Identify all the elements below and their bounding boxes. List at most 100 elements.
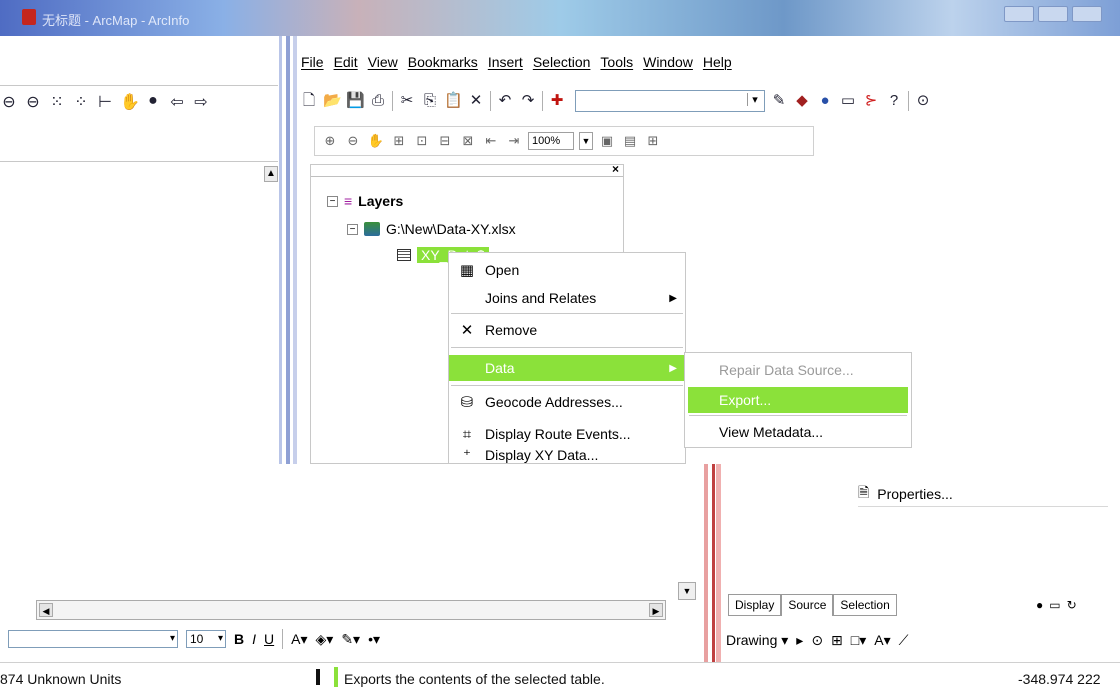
menu-item-xy-data[interactable]: ⁺ Display XY Data... (449, 447, 685, 463)
edit-vertices-icon[interactable]: ⟋ (899, 632, 909, 649)
menu-help[interactable]: Help (702, 54, 733, 70)
text-tool-icon[interactable]: A▾ (874, 632, 890, 649)
globe-icon[interactable]: ● (144, 92, 162, 112)
pan-page-icon[interactable]: ✋ (367, 133, 385, 149)
fixed-zoom-out-icon[interactable]: ⁘ (72, 92, 90, 112)
menu-item-open[interactable]: ▦ Open (449, 257, 685, 283)
menu-insert[interactable]: Insert (487, 54, 524, 70)
drawing-menu[interactable]: Drawing ▾ (726, 632, 788, 649)
menu-view[interactable]: View (367, 54, 399, 70)
catalog-icon[interactable]: ● (816, 92, 834, 110)
fill-color-icon[interactable]: ◈▾ (316, 631, 334, 648)
zoom-whole-page-icon[interactable]: ⊞ (390, 133, 408, 149)
menu-item-properties[interactable]: 🗎 Properties... (858, 484, 1120, 504)
status-progress-bar (334, 667, 338, 687)
copy-icon[interactable]: ⎘ (421, 92, 439, 110)
toc-close-icon[interactable]: × (612, 162, 619, 176)
collapse-icon[interactable]: − (347, 223, 358, 235)
underline-button[interactable]: U (264, 631, 274, 647)
scroll-up-arrow-icon[interactable]: ▲ (264, 166, 278, 182)
italic-button[interactable]: I (252, 631, 256, 647)
go-back-extent-icon[interactable]: ⇤ (482, 133, 500, 149)
select-elements-icon[interactable]: ▸ (796, 632, 803, 649)
redo-icon[interactable]: ↷ (519, 92, 537, 110)
scroll-left-arrow-icon[interactable]: ◀ (39, 603, 53, 617)
scroll-right-arrow-icon[interactable]: ▶ (649, 603, 663, 617)
refresh-icon[interactable]: ↻ (1067, 598, 1077, 612)
full-extent-icon[interactable]: ⊢ (96, 92, 114, 112)
toggle-draft-mode-icon[interactable]: ▣ (598, 133, 616, 149)
undo-icon[interactable]: ↶ (496, 92, 514, 110)
change-layout-icon[interactable]: ⊞ (644, 133, 662, 149)
toc-layers-row[interactable]: − ≡ Layers (327, 193, 403, 209)
toc-source-row[interactable]: − G:\New\Data-XY.xlsx (347, 221, 516, 237)
line-color-icon[interactable]: ✎▾ (341, 631, 360, 648)
window-controls (1004, 6, 1102, 22)
menu-bookmarks[interactable]: Bookmarks (407, 54, 479, 70)
collapse-icon[interactable]: − (327, 195, 338, 207)
menu-edit[interactable]: Edit (333, 54, 359, 70)
print-icon[interactable]: ⎙ (369, 92, 387, 110)
zoom-out-icon[interactable]: ⊖ (0, 92, 18, 112)
zoom-out-icon[interactable]: ⊖ (24, 92, 42, 112)
menu-item-data[interactable]: Data ▶ (449, 355, 685, 381)
menu-tools[interactable]: Tools (599, 54, 634, 70)
layout-view-icon[interactable]: ▭ (1049, 598, 1060, 612)
delete-icon[interactable]: ✕ (467, 92, 485, 110)
fixed-zoom-in-page-icon[interactable]: ⊡ (413, 133, 431, 149)
map-scale-combo[interactable] (575, 90, 765, 112)
zoom-dropdown-arrow[interactable]: ▼ (579, 132, 593, 150)
menu-item-repair-data-source[interactable]: Repair Data Source... (685, 357, 911, 383)
maximize-button[interactable] (1038, 6, 1068, 22)
scroll-down-arrow-icon[interactable]: ▼ (678, 582, 696, 600)
go-forward-extent-icon[interactable]: ⇥ (505, 133, 523, 149)
font-name-combo[interactable] (8, 630, 178, 648)
menu-item-view-metadata[interactable]: View Metadata... (685, 419, 911, 445)
menu-window[interactable]: Window (642, 54, 694, 70)
zoom-to-selected-icon[interactable]: ⊞ (831, 632, 843, 649)
open-folder-icon[interactable]: 📂 (323, 92, 342, 110)
font-color-icon[interactable]: A▾ (291, 631, 307, 648)
marker-color-icon[interactable]: •▾ (368, 631, 380, 648)
forward-arrow-icon[interactable]: ⇨ (192, 92, 210, 112)
command-line-icon[interactable]: ▭ (839, 92, 857, 110)
data-view-icon[interactable]: ● (1036, 598, 1043, 612)
menu-item-remove[interactable]: ✕ Remove (449, 317, 685, 343)
fixed-zoom-out-page-icon[interactable]: ⊟ (436, 133, 454, 149)
cut-icon[interactable]: ✂ (398, 92, 416, 110)
rectangle-tool-icon[interactable]: □▾ (851, 632, 866, 649)
menu-file[interactable]: File (300, 54, 325, 70)
save-icon[interactable]: 💾 (346, 92, 365, 110)
tab-source[interactable]: Source (781, 594, 834, 616)
font-size-combo[interactable]: 10 (186, 630, 226, 648)
tab-display[interactable]: Display (728, 594, 782, 616)
rotate-icon[interactable]: ⊙ (811, 632, 823, 649)
back-arrow-icon[interactable]: ⇦ (168, 92, 186, 112)
zoom-out-page-icon[interactable]: ⊖ (344, 133, 362, 149)
clock-icon[interactable]: ⊙ (914, 92, 932, 110)
zoom-percent-box[interactable]: 100% (528, 132, 574, 150)
add-data-icon[interactable]: ✚ (548, 92, 566, 110)
model-builder-icon[interactable]: ⊱ (862, 92, 880, 110)
bold-button[interactable]: B (234, 631, 244, 647)
fixed-zoom-in-icon[interactable]: ⁙ (48, 92, 66, 112)
window-splitter[interactable] (279, 36, 297, 464)
whats-this-icon[interactable]: ? (885, 92, 903, 110)
tab-selection[interactable]: Selection (833, 594, 897, 616)
paste-icon[interactable]: 📋 (444, 92, 463, 110)
editor-toolbar-icon[interactable]: ✎ (770, 92, 788, 110)
focus-data-frame-icon[interactable]: ▤ (621, 133, 639, 149)
menu-item-export[interactable]: Export... (688, 387, 908, 413)
pan-hand-icon[interactable]: ✋ (120, 92, 140, 112)
minimize-button[interactable] (1004, 6, 1034, 22)
zoom-100-icon[interactable]: ⊠ (459, 133, 477, 149)
horizontal-scrollbar[interactable]: ◀ ▶ (36, 600, 666, 620)
menu-item-geocode[interactable]: ⛁ Geocode Addresses... (449, 389, 685, 415)
new-document-icon[interactable]: 🗋 (300, 92, 318, 110)
zoom-in-page-icon[interactable]: ⊕ (321, 133, 339, 149)
close-button[interactable] (1072, 6, 1102, 22)
menu-item-joins-relates[interactable]: Joins and Relates ▶ (449, 285, 685, 311)
menu-item-route-events[interactable]: ⌗ Display Route Events... (449, 421, 685, 447)
menu-selection[interactable]: Selection (532, 54, 592, 70)
arctoolbox-icon[interactable]: ◆ (793, 92, 811, 110)
